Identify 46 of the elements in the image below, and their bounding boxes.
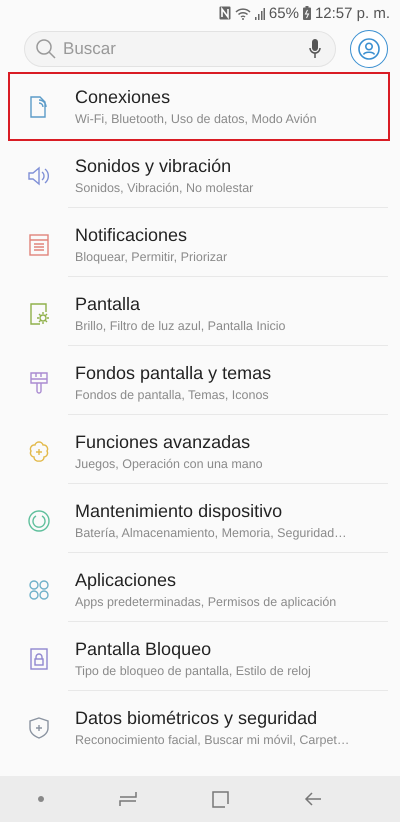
- home-icon[interactable]: [212, 790, 230, 808]
- settings-item[interactable]: Fondos pantalla y temas Fondos de pantalla, Temas, Iconos: [8, 348, 390, 417]
- item-subtitle: Bloquear, Permitir, Priorizar: [75, 250, 228, 264]
- item-subtitle: Reconocimiento facial, Buscar mi móvil, Carpet…: [75, 732, 350, 746]
- item-title: Aplicaciones: [75, 570, 178, 590]
- item-subtitle: Tipo de bloqueo de pantalla, Estilo de reloj: [75, 664, 312, 678]
- battery-percent: 65%: [268, 4, 299, 22]
- wifi-icon: [234, 6, 251, 20]
- microphone-icon[interactable]: [309, 39, 321, 59]
- profile-icon: [358, 38, 380, 60]
- settings-item[interactable]: Aplicaciones Apps predeterminadas, Permisos de aplicación: [8, 555, 390, 624]
- dot-icon[interactable]: [38, 796, 44, 802]
- item-subtitle: Fondos de pantalla, Temas, Iconos: [75, 388, 270, 402]
- item-title: Datos biométricos y seguridad: [75, 708, 318, 728]
- battery-icon: [302, 6, 311, 20]
- item-title: Sonidos y vibración: [75, 156, 232, 176]
- recent-apps-icon[interactable]: [118, 791, 137, 807]
- settings-item[interactable]: Notificaciones Bloquear, Permitir, Priorizar: [8, 210, 390, 279]
- item-subtitle: Batería, Almacenamiento, Memoria, Seguridad…: [75, 526, 348, 540]
- item-subtitle: Apps predeterminadas, Permisos de aplicación: [75, 594, 338, 608]
- profile-button[interactable]: [350, 30, 388, 68]
- item-title: Pantalla: [75, 294, 142, 314]
- search-bar[interactable]: Buscar: [24, 31, 336, 67]
- clock: 12:57 p. m.: [314, 4, 390, 22]
- item-title: Funciones avanzadas: [75, 432, 252, 452]
- item-subtitle: Brillo, Filtro de luz azul, Pantalla Inicio: [75, 318, 287, 332]
- settings-item[interactable]: Datos biométricos y seguridad Reconocimiento facial, Buscar mi móvil, Carpet…: [8, 693, 390, 762]
- nfc-icon: [218, 6, 231, 20]
- search-field[interactable]: Buscar: [61, 38, 305, 60]
- item-title: Notificaciones: [75, 224, 188, 246]
- item-subtitle: Wi-Fi, Bluetooth, Uso de datos, Modo Avión: [75, 112, 318, 126]
- search-icon: [35, 38, 57, 60]
- item-title: Fondos pantalla y temas: [75, 362, 272, 384]
- item-title: Mantenimiento dispositivo: [75, 500, 284, 522]
- back-icon[interactable]: [304, 792, 322, 806]
- item-subtitle: Juegos, Operación con una mano: [75, 456, 264, 470]
- settings-item[interactable]: Pantalla Bloqueo Tipo de bloqueo de pantalla, Estilo de reloj: [8, 624, 390, 693]
- settings-item[interactable]: Pantalla Brillo, Filtro de luz azul, Pantalla Inicio: [8, 279, 390, 348]
- item-title: Conexiones: [75, 86, 172, 108]
- settings-item[interactable]: Mantenimiento dispositivo Batería, Almacenamiento, Memoria, Seguridad…: [8, 486, 390, 555]
- settings-item[interactable]: Conexiones Wi-Fi, Bluetooth, Uso de datos, Modo Avión: [8, 72, 390, 141]
- item-subtitle: Sonidos, Vibración, No molestar: [75, 180, 254, 194]
- settings-item[interactable]: Sonidos y vibración Sonidos, Vibración, No molestar: [8, 141, 390, 210]
- item-title: Pantalla Bloqueo: [75, 638, 212, 660]
- signal-icon: [254, 6, 265, 20]
- settings-item[interactable]: Funciones avanzadas Juegos, Operación con una mano: [8, 417, 390, 486]
